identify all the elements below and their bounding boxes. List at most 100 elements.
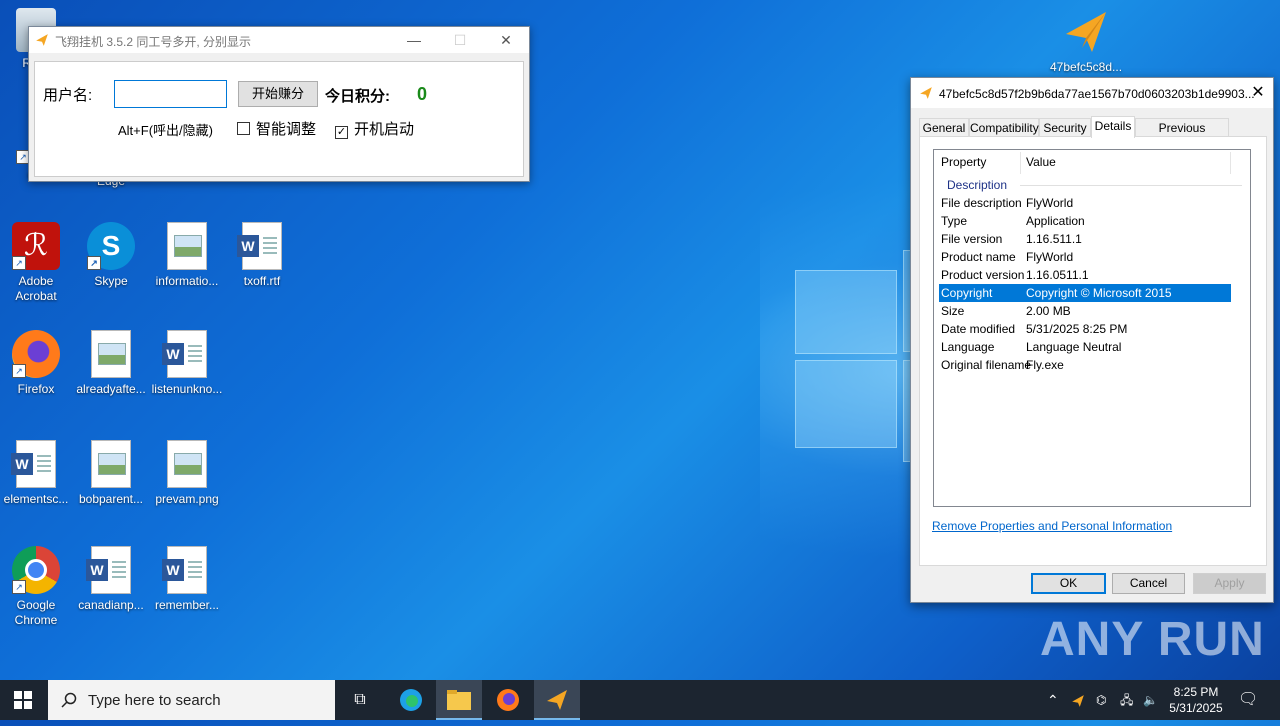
tab-compatibility[interactable]: Compatibility <box>969 118 1039 137</box>
clock-time: 8:25 PM <box>1173 685 1219 699</box>
start-button[interactable] <box>0 680 46 720</box>
section-divider <box>1020 185 1242 186</box>
column-divider <box>1230 152 1231 174</box>
desktop-icon-remember[interactable]: W remember... <box>149 546 225 613</box>
cancel-button[interactable]: Cancel <box>1112 573 1185 594</box>
desktop-icon-informatio[interactable]: informatio... <box>149 222 225 289</box>
property-name: Product version <box>941 268 1025 282</box>
score-label: 今日积分: <box>325 88 390 105</box>
desktop-icon-google-chrome[interactable]: ↗ Google Chrome <box>0 546 74 628</box>
meet-now-icon[interactable]: ⌬ <box>1096 680 1106 720</box>
desktop-icon-firefox[interactable]: ↗ Firefox <box>0 330 74 397</box>
desktop-icon-bobparent[interactable]: bobparent... <box>73 440 149 507</box>
tab-details[interactable]: Details <box>1091 116 1135 138</box>
desktop-icon-canadianp[interactable]: W canadianp... <box>73 546 149 613</box>
desktop-icon-listenunkno[interactable]: W listenunkno... <box>149 330 225 397</box>
property-value: FlyWorld <box>1026 250 1074 264</box>
table-row[interactable]: Language Language Neutral <box>936 338 1236 356</box>
icon-label: alreadyafte... <box>76 382 146 396</box>
property-value: FlyWorld <box>1026 196 1074 210</box>
autostart-checkbox[interactable]: ✓ 开机启动 <box>335 118 414 139</box>
property-value: 5/31/2025 8:25 PM <box>1026 322 1128 336</box>
section-title: Description <box>947 178 1008 192</box>
clock[interactable]: 8:25 PM 5/31/2025 <box>1160 684 1232 716</box>
search-box[interactable]: Type here to search <box>48 680 335 720</box>
icon-label: Google Chrome <box>14 598 58 627</box>
column-header-value[interactable]: Value <box>1026 152 1056 172</box>
remove-properties-link[interactable]: Remove Properties and Personal Informati… <box>932 519 1172 533</box>
adobe-acrobat-icon: ℛ ↗ <box>12 222 60 270</box>
task-view-icon[interactable]: ⧉ <box>337 680 383 720</box>
icon-label: 47befc5c8d... <box>1049 60 1123 74</box>
icon-label: prevam.png <box>155 492 219 506</box>
table-row[interactable]: Date modified 5/31/2025 8:25 PM <box>936 320 1236 338</box>
close-button[interactable]: ✕ <box>1243 78 1273 108</box>
word-document-icon: W <box>237 222 286 270</box>
table-row[interactable]: File description FlyWorld <box>936 194 1236 212</box>
property-value: Copyright © Microsoft 2015 <box>1026 286 1172 300</box>
apply-button[interactable]: Apply <box>1193 573 1266 594</box>
ok-button[interactable]: OK <box>1031 573 1106 594</box>
chevron-up-icon[interactable]: ⌃ <box>1047 680 1059 720</box>
image-file-icon <box>163 440 211 488</box>
table-row[interactable]: File version 1.16.511.1 <box>936 230 1236 248</box>
table-row[interactable]: Original filename Fly.exe <box>936 356 1236 374</box>
icon-label: remember... <box>154 598 220 612</box>
tab-general[interactable]: General <box>919 118 969 137</box>
column-header-property[interactable]: Property <box>941 152 986 172</box>
edge-taskbar-icon[interactable] <box>388 680 434 720</box>
icon-label: Adobe Acrobat <box>15 274 57 303</box>
section-row: Description <box>936 176 1242 194</box>
checkbox-label: 智能调整 <box>256 121 317 138</box>
icon-label: canadianp... <box>78 598 144 612</box>
username-input[interactable] <box>114 80 227 108</box>
property-value: 1.16.0511.1 <box>1026 268 1089 282</box>
checkbox-label: 开机启动 <box>354 121 415 138</box>
desktop-icon-txoff[interactable]: W txoff.rtf <box>224 222 300 289</box>
title-bar[interactable]: 47befc5c8d57f2b9b6da77ae1567b70d0603203b… <box>911 78 1273 108</box>
icon-label: bobparent... <box>78 492 144 506</box>
property-value: 2.00 MB <box>1026 304 1071 318</box>
image-file-icon <box>87 330 135 378</box>
flyworld-taskbar-icon[interactable] <box>534 680 580 720</box>
properties-dialog[interactable]: 47befc5c8d57f2b9b6da77ae1567b70d0603203b… <box>910 77 1274 603</box>
desktop-icon-adobe-acrobat[interactable]: ℛ ↗ Adobe Acrobat <box>0 222 74 304</box>
firefox-taskbar-icon[interactable] <box>485 680 531 720</box>
minimize-button[interactable]: — <box>391 27 437 53</box>
table-row[interactable]: Size 2.00 MB <box>936 302 1236 320</box>
desktop-icon-alreadyafte[interactable]: alreadyafte... <box>73 330 149 397</box>
smart-adjust-checkbox[interactable]: 智能调整 <box>237 118 316 139</box>
file-explorer-taskbar-icon[interactable] <box>436 680 482 720</box>
desktop-icon-47befc[interactable]: 47befc5c8d... <box>1048 8 1124 75</box>
flyworld-window[interactable]: 飞翔挂机 3.5.2 同工号多开, 分别显示 — ☐ ✕ 用户名: 开始赚分 今… <box>28 26 530 182</box>
table-row[interactable]: Product version 1.16.0511.1 <box>936 266 1236 284</box>
volume-icon[interactable]: 🔈 <box>1143 680 1158 720</box>
tab-security[interactable]: Security <box>1039 118 1091 137</box>
table-row-selected[interactable]: Copyright Copyright © Microsoft 2015 <box>939 284 1231 302</box>
desktop-icon-elementsc[interactable]: W elementsc... <box>0 440 74 507</box>
desktop-icon-prevam[interactable]: prevam.png <box>149 440 225 507</box>
title-bar[interactable]: 飞翔挂机 3.5.2 同工号多开, 分别显示 — ☐ ✕ <box>29 27 529 53</box>
flyworld-tray-icon[interactable] <box>1071 680 1085 720</box>
property-value: 1.16.511.1 <box>1026 232 1082 246</box>
table-row[interactable]: Type Application <box>936 212 1236 230</box>
notification-icon[interactable]: 🗨 <box>1238 680 1258 720</box>
maximize-button[interactable]: ☐ <box>437 27 483 53</box>
details-list[interactable]: Property Value Description File descript… <box>933 149 1251 507</box>
chrome-icon: ↗ <box>12 546 60 594</box>
tab-previous-versions[interactable]: Previous Versions <box>1135 118 1229 153</box>
score-value: 0 <box>417 84 428 104</box>
search-placeholder: Type here to search <box>88 692 221 709</box>
clock-date: 5/31/2025 <box>1169 701 1223 715</box>
start-button[interactable]: 开始赚分 <box>238 81 318 107</box>
word-document-icon: W <box>162 546 211 594</box>
icon-label: listenunkno... <box>151 382 223 396</box>
desktop-icon-skype[interactable]: S ↗ Skype <box>73 222 149 289</box>
network-icon[interactable]: 🖧 <box>1120 680 1133 720</box>
property-name: Language <box>941 340 995 354</box>
firefox-icon: ↗ <box>12 330 60 378</box>
hotkey-text: Alt+F(呼出/隐藏) <box>118 123 213 138</box>
table-row[interactable]: Product name FlyWorld <box>936 248 1236 266</box>
close-button[interactable]: ✕ <box>483 27 529 53</box>
property-name: Copyright <box>941 286 993 300</box>
